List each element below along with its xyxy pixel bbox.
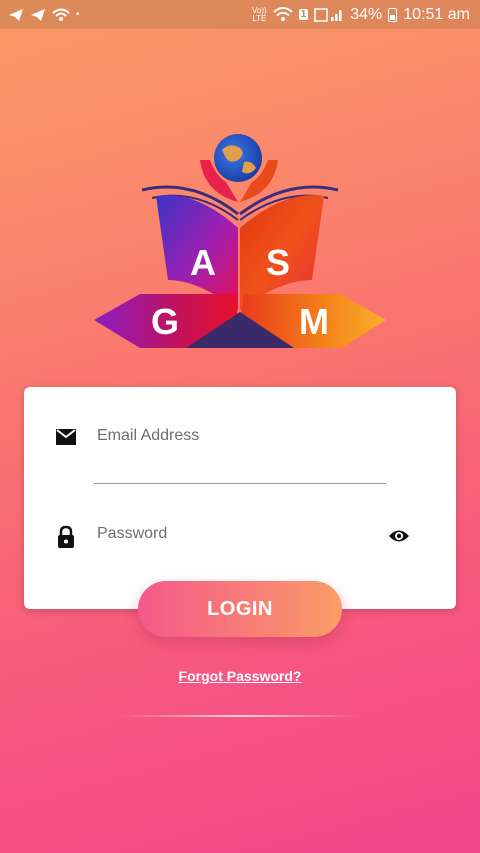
status-right: Vo)) LTE 1 34% 10:51 am [252, 6, 470, 24]
telegram-notification-icon-2 [31, 8, 45, 21]
clock: 10:51 am [403, 5, 470, 23]
password-placeholder: Password [97, 525, 168, 542]
signal-bars-icon [314, 8, 342, 22]
eye-icon[interactable] [388, 528, 410, 544]
status-left: • [8, 8, 80, 22]
mail-icon [56, 429, 76, 445]
battery-percent: 34% [350, 5, 383, 23]
volte-indicator: Vo)) LTE [252, 5, 267, 23]
login-button[interactable]: LOGIN [138, 581, 342, 637]
email-placeholder: Email Address [97, 427, 200, 444]
login-card: Email Address Password [24, 387, 456, 609]
email-field[interactable]: Email Address [24, 415, 456, 471]
email-underline [94, 483, 386, 484]
battery-icon [388, 7, 398, 22]
gasm-logo: A S G M [94, 134, 386, 348]
divider [120, 715, 360, 717]
wifi-signal-icon [273, 7, 293, 21]
more-notifications-dot-icon: • [76, 9, 80, 20]
wifi-notification-icon [52, 8, 70, 21]
lock-icon [58, 525, 74, 548]
forgot-password-link[interactable]: Forgot Password? [0, 668, 480, 684]
status-bar: • Vo)) LTE 1 34% 10:51 am [0, 0, 480, 29]
telegram-notification-icon [9, 8, 23, 21]
logo-letter-m: M [299, 301, 329, 342]
logo-letter-a: A [190, 242, 216, 283]
sim-badge: 1 [298, 9, 309, 20]
logo-letter-s: S [266, 242, 290, 283]
logo-letter-g: G [151, 301, 179, 342]
